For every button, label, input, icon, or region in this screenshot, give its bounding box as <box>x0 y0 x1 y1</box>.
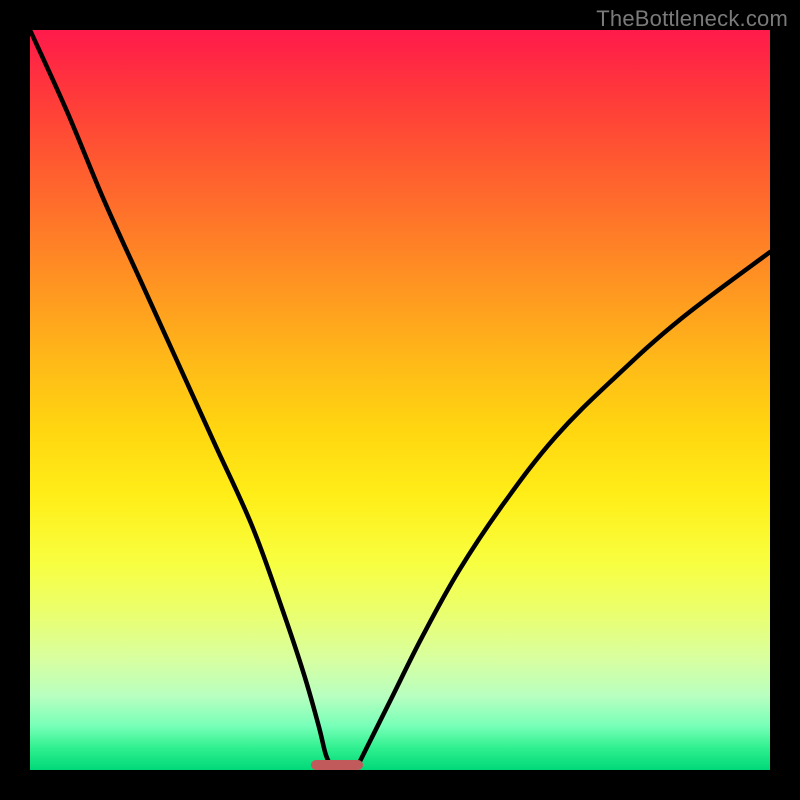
chart-frame: TheBottleneck.com <box>0 0 800 800</box>
bottleneck-marker <box>311 760 363 770</box>
curve-layer <box>30 30 770 770</box>
left-curve <box>30 30 333 770</box>
watermark-text: TheBottleneck.com <box>596 6 788 32</box>
right-curve <box>356 252 770 770</box>
plot-area <box>30 30 770 770</box>
